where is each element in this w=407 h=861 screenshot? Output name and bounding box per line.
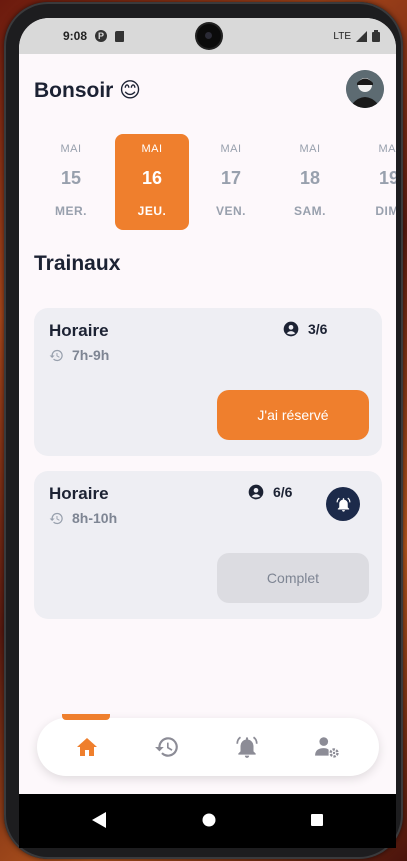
day-item-19[interactable]: MAI 19 DIM. [352, 134, 396, 230]
slot-label: Horaire [49, 484, 109, 503]
slot-count: 6/6 [248, 484, 292, 500]
user-icon [248, 484, 264, 500]
phone-frame: 9:08 P LTE Bonsoir 😊 MAI 15 MER. MAI 16 … [4, 2, 403, 859]
day-number: 16 [141, 168, 163, 188]
day-item-17[interactable]: MAI 17 VEN. [194, 134, 268, 230]
day-weekday: JEU. [137, 204, 167, 218]
day-number: 17 [220, 168, 242, 188]
nav-home[interactable] [72, 733, 102, 761]
recents-icon[interactable] [310, 812, 324, 828]
history-icon [49, 349, 63, 361]
slot-card: Horaire 7h-9h 3/6 J'ai réservé [34, 308, 382, 456]
home-button-icon[interactable] [202, 812, 216, 828]
slot-time-text: 7h-9h [72, 347, 110, 363]
day-month: MAI [60, 143, 82, 155]
header: Bonsoir 😊 [34, 70, 384, 110]
nav-history[interactable] [152, 733, 182, 761]
history-icon [49, 512, 63, 524]
app-notification-icon: P [95, 30, 108, 42]
day-number: 15 [60, 168, 82, 188]
day-item-18[interactable]: MAI 18 SAM. [273, 134, 347, 230]
status-time: 9:08 [63, 29, 88, 43]
day-weekday: DIM. [375, 204, 396, 218]
nav-account-settings[interactable] [312, 733, 342, 761]
greeting-title: Bonsoir 😊 [34, 79, 142, 102]
day-item-16[interactable]: MAI 16 JEU. [115, 134, 189, 230]
day-month: MAI [378, 143, 396, 155]
sd-card-icon [115, 30, 125, 42]
network-type: LTE [333, 30, 351, 42]
reserve-button[interactable]: J'ai réservé [217, 390, 369, 440]
day-number: 19 [378, 168, 396, 188]
day-weekday: SAM. [294, 204, 326, 218]
back-icon[interactable] [92, 812, 106, 828]
day-month: MAI [220, 143, 242, 155]
avatar[interactable] [346, 70, 384, 108]
history-icon [155, 737, 178, 757]
day-month: MAI [299, 143, 321, 155]
nav-active-indicator [62, 714, 110, 720]
day-month: MAI [141, 143, 163, 155]
bell-icon [336, 497, 350, 512]
slot-count-text: 6/6 [273, 484, 293, 500]
slot-count: 3/6 [283, 321, 327, 337]
user-icon [283, 321, 299, 337]
day-number: 18 [299, 168, 321, 188]
avatar-icon [346, 70, 384, 108]
bottom-nav [37, 714, 379, 776]
slot-label: Horaire [49, 321, 109, 340]
user-settings-icon [315, 737, 339, 758]
bell-icon [236, 736, 258, 758]
date-selector: MAI 15 MER. MAI 16 JEU. MAI 17 VEN. MAI … [34, 134, 396, 230]
signal-icon [356, 30, 367, 42]
slot-time: 7h-9h [49, 347, 109, 363]
day-weekday: VEN. [215, 204, 246, 218]
slot-card: Horaire 8h-10h 6/6 Complet [34, 471, 382, 619]
day-item-15[interactable]: MAI 15 MER. [34, 134, 108, 230]
notify-button[interactable] [326, 487, 360, 521]
front-camera [197, 24, 221, 48]
home-icon [77, 738, 97, 756]
day-weekday: MER. [55, 204, 87, 218]
section-title: Trainaux [34, 252, 121, 275]
slot-count-text: 3/6 [308, 321, 328, 337]
app-screen: 9:08 P LTE Bonsoir 😊 MAI 15 MER. MAI 16 … [19, 18, 396, 848]
slot-time-text: 8h-10h [72, 510, 118, 526]
slot-time: 8h-10h [49, 510, 117, 526]
battery-icon [372, 30, 380, 42]
system-nav-bar [19, 794, 396, 848]
nav-notifications[interactable] [232, 733, 262, 761]
full-button[interactable]: Complet [217, 553, 369, 603]
